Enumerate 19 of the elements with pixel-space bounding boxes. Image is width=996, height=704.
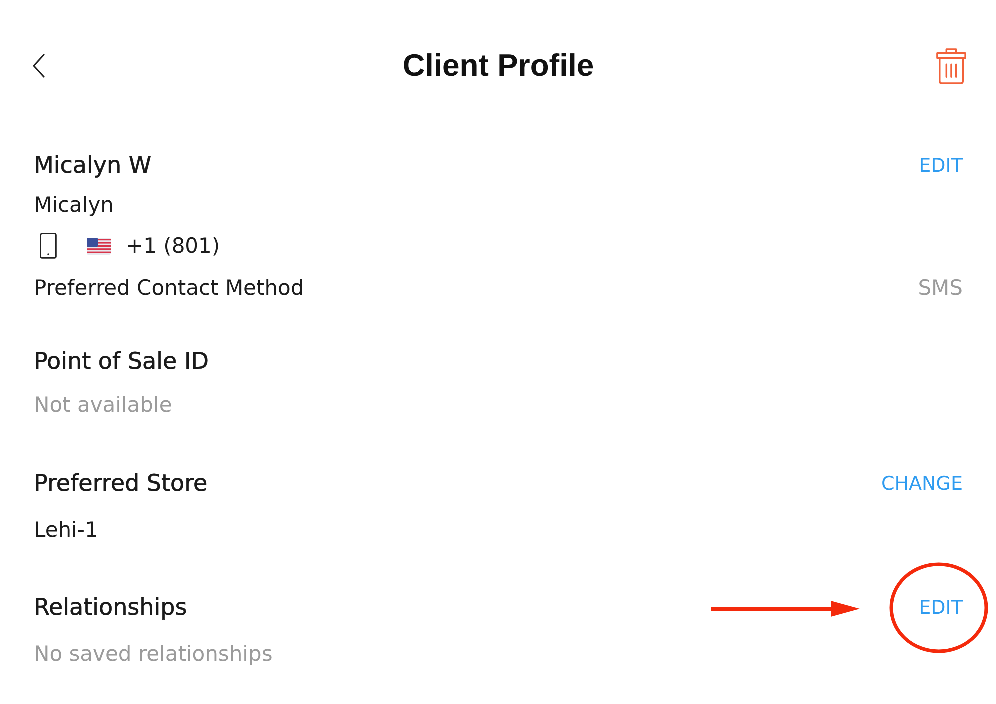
section-action-button[interactable]: CHANGE bbox=[882, 473, 963, 495]
client-name: Micalyn W bbox=[34, 153, 152, 179]
phone-number: +1 (801) bbox=[126, 234, 220, 258]
section-title: Relationships bbox=[34, 595, 188, 621]
page-title: Client Profile bbox=[402, 48, 594, 84]
phone-icon bbox=[40, 233, 57, 259]
section-action-button[interactable]: EDIT bbox=[919, 597, 963, 619]
trash-icon[interactable] bbox=[936, 48, 967, 84]
section-value: No saved relationships bbox=[34, 642, 273, 666]
contact-method-label: Preferred Contact Method bbox=[34, 276, 304, 300]
first-name: Micalyn bbox=[34, 193, 114, 217]
section-value: Lehi-1 bbox=[34, 518, 98, 542]
section-title: Point of Sale ID bbox=[34, 349, 209, 375]
edit-button[interactable]: EDIT bbox=[919, 155, 963, 177]
flag-icon bbox=[87, 238, 111, 254]
back-icon[interactable] bbox=[32, 54, 46, 78]
section-value: Not available bbox=[34, 393, 172, 417]
section-title: Preferred Store bbox=[34, 471, 208, 497]
contact-method-value: SMS bbox=[918, 276, 963, 300]
